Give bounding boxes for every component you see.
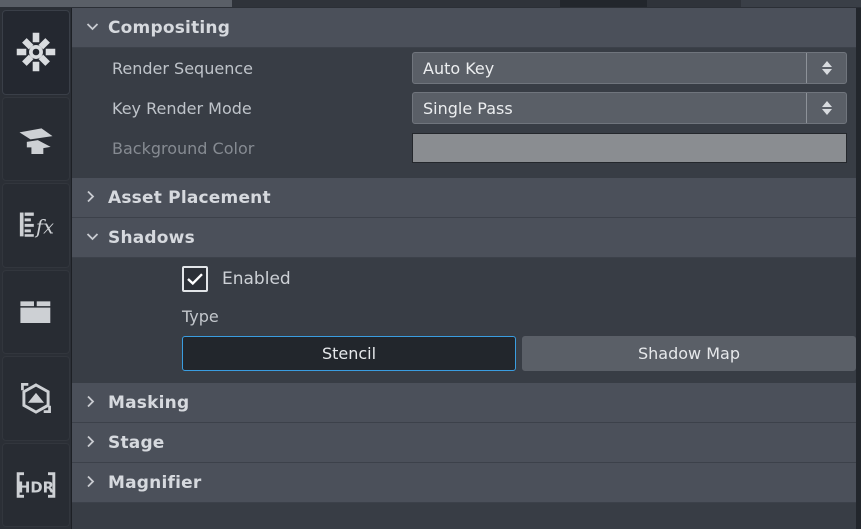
segment-label: Shadow Map bbox=[638, 344, 740, 363]
type-label: Type bbox=[182, 306, 219, 326]
chevron-right-icon bbox=[86, 475, 108, 491]
row-render-sequence: Render Sequence Auto Key bbox=[72, 48, 856, 88]
dropdown-value: Auto Key bbox=[423, 58, 495, 78]
tab-1[interactable] bbox=[0, 0, 232, 7]
checkbox-label: Enabled bbox=[222, 269, 291, 289]
chevron-down-icon[interactable] bbox=[821, 109, 832, 115]
section-title: Masking bbox=[108, 392, 190, 413]
shadows-body: Enabled Type Stencil Shadow Map bbox=[72, 258, 856, 383]
chevron-right-icon bbox=[86, 395, 108, 411]
application-window: fx HDR Compositing Render Sequence Auto … bbox=[0, 0, 861, 529]
section-title: Compositing bbox=[108, 17, 231, 38]
chevron-up-icon[interactable] bbox=[821, 101, 832, 107]
shadow-type-segmented-control: Stencil Shadow Map bbox=[72, 332, 856, 371]
top-tab-strip bbox=[0, 0, 861, 8]
panel-filler bbox=[72, 503, 856, 529]
field-label: Render Sequence bbox=[112, 58, 253, 78]
sidebar-item-hdr[interactable]: HDR bbox=[1, 442, 70, 527]
chevron-down-icon[interactable] bbox=[821, 69, 832, 75]
spinner-arrows[interactable] bbox=[806, 93, 846, 123]
chevron-right-icon bbox=[86, 435, 108, 451]
section-header-compositing[interactable]: Compositing bbox=[72, 8, 856, 48]
section-header-stage[interactable]: Stage bbox=[72, 423, 856, 463]
sidebar-item-object[interactable] bbox=[1, 356, 70, 441]
sidebar-item-settings[interactable] bbox=[1, 10, 70, 95]
section-header-shadows[interactable]: Shadows bbox=[72, 218, 856, 258]
row-shadows-enabled: Enabled bbox=[72, 258, 856, 300]
hdr-icon: HDR bbox=[12, 463, 60, 507]
section-header-masking[interactable]: Masking bbox=[72, 383, 856, 423]
tab-2[interactable] bbox=[232, 0, 560, 7]
left-icon-rail: fx HDR bbox=[0, 8, 72, 529]
gear-icon bbox=[14, 30, 58, 74]
chevron-right-icon bbox=[86, 190, 108, 206]
render-sequence-dropdown[interactable]: Auto Key bbox=[412, 52, 847, 84]
chevron-down-icon bbox=[86, 231, 108, 244]
svg-text:fx: fx bbox=[34, 216, 54, 239]
object-capture-icon bbox=[14, 376, 58, 420]
background-color-swatch[interactable] bbox=[412, 133, 847, 163]
segment-label: Stencil bbox=[321, 344, 377, 363]
field-label: Key Render Mode bbox=[112, 98, 252, 118]
chevron-up-icon[interactable] bbox=[821, 61, 832, 67]
tab-3[interactable] bbox=[560, 0, 647, 7]
chevron-down-icon bbox=[86, 21, 108, 34]
field-label: Background Color bbox=[112, 138, 255, 158]
shadow-type-option-stencil[interactable]: Stencil bbox=[182, 336, 516, 371]
dropdown-value: Single Pass bbox=[423, 98, 513, 118]
settings-panel: Compositing Render Sequence Auto Key Key… bbox=[72, 8, 861, 529]
section-header-asset-placement[interactable]: Asset Placement bbox=[72, 178, 856, 218]
sidebar-item-layout[interactable] bbox=[1, 269, 70, 354]
spacer bbox=[72, 371, 856, 383]
window-layout-icon bbox=[14, 290, 58, 334]
tab-4[interactable] bbox=[647, 0, 741, 7]
layers-icon bbox=[14, 117, 58, 161]
section-header-magnifier[interactable]: Magnifier bbox=[72, 463, 856, 503]
spacer bbox=[72, 168, 856, 178]
key-render-mode-dropdown[interactable]: Single Pass bbox=[412, 92, 847, 124]
sidebar-item-layers[interactable] bbox=[1, 96, 70, 181]
row-background-color: Background Color bbox=[72, 128, 856, 168]
shadows-enabled-checkbox[interactable] bbox=[182, 266, 208, 292]
section-title: Asset Placement bbox=[108, 187, 271, 208]
svg-text:HDR: HDR bbox=[18, 479, 55, 496]
compositing-body: Render Sequence Auto Key Key Render Mode… bbox=[72, 48, 856, 178]
section-title: Magnifier bbox=[108, 472, 202, 493]
check-icon bbox=[187, 273, 203, 286]
shadow-type-option-shadow-map[interactable]: Shadow Map bbox=[522, 336, 856, 371]
spinner-arrows[interactable] bbox=[806, 53, 846, 83]
section-title: Shadows bbox=[108, 227, 195, 248]
row-key-render-mode: Key Render Mode Single Pass bbox=[72, 88, 856, 128]
sidebar-item-effects[interactable]: fx bbox=[1, 183, 70, 268]
effects-fx-icon: fx bbox=[14, 203, 58, 247]
section-title: Stage bbox=[108, 432, 165, 453]
tab-5[interactable] bbox=[741, 0, 861, 7]
